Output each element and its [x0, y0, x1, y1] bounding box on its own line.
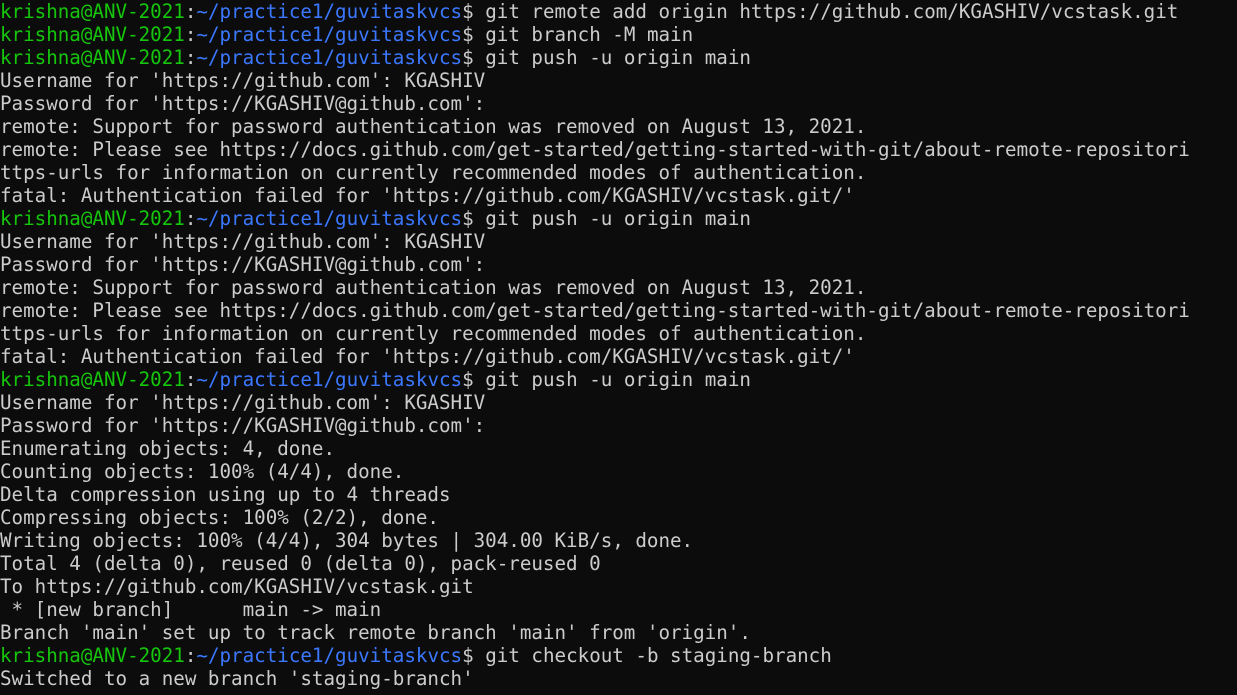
output-line: Username for 'https://github.com': KGASH… [0, 69, 486, 92]
prompt-user-host: krishna@ANV-2021 [0, 207, 185, 230]
command-text: git checkout -b staging-branch [473, 644, 832, 667]
prompt-symbol: $ [462, 207, 474, 230]
output-line: remote: Support for password authenticat… [0, 115, 867, 138]
output-line: Password for 'https://KGASHIV@github.com… [0, 92, 486, 115]
output-line: Username for 'https://github.com': KGASH… [0, 230, 486, 253]
prompt-path: ~/practice1/guvitaskvcs [196, 23, 463, 46]
prompt-user-host: krishna@ANV-2021 [0, 0, 185, 23]
output-line: remote: Support for password authenticat… [0, 276, 867, 299]
prompt-separator: : [184, 207, 197, 230]
prompt-symbol: $ [462, 0, 474, 23]
output-line: fatal: Authentication failed for 'https:… [0, 345, 855, 368]
prompt-symbol: $ [462, 644, 474, 667]
prompt-user-host: krishna@ANV-2021 [0, 23, 185, 46]
output-line: fatal: Authentication failed for 'https:… [0, 184, 855, 207]
output-line: To https://github.com/KGASHIV/vcstask.gi… [0, 575, 474, 598]
output-line: Username for 'https://github.com': KGASH… [0, 391, 486, 414]
output-line: Password for 'https://KGASHIV@github.com… [0, 253, 486, 276]
output-line: Writing objects: 100% (4/4), 304 bytes |… [0, 529, 694, 552]
prompt-line: krishna@ANV-2021:~/practice1/guvitaskvcs… [0, 0, 1237, 23]
prompt-line: krishna@ANV-2021:~/practice1/guvitaskvcs… [0, 23, 1237, 46]
prompt-user-host: krishna@ANV-2021 [0, 368, 185, 391]
command-text: git branch -M main [473, 23, 694, 46]
prompt-path: ~/practice1/guvitaskvcs [196, 368, 463, 391]
prompt-symbol: $ [462, 368, 474, 391]
prompt-path: ~/practice1/guvitaskvcs [196, 644, 463, 667]
output-line: * [new branch] main -> main [0, 598, 382, 621]
prompt-path: ~/practice1/guvitaskvcs [196, 207, 463, 230]
output-line: Total 4 (delta 0), reused 0 (delta 0), p… [0, 552, 601, 575]
output-line: Switched to a new branch 'staging-branch… [0, 667, 474, 690]
prompt-path: ~/practice1/guvitaskvcs [196, 0, 463, 23]
terminal-window[interactable]: krishna@ANV-2021:~/practice1/guvitaskvcs… [0, 0, 1237, 695]
prompt-symbol: $ [462, 23, 474, 46]
command-text: git remote add origin https://github.com… [473, 0, 1179, 23]
output-line: Compressing objects: 100% (2/2), done. [0, 506, 439, 529]
output-line: ttps-urls for information on currently r… [0, 161, 867, 184]
prompt-separator: : [184, 644, 197, 667]
prompt-line: krishna@ANV-2021:~/practice1/guvitaskvcs… [0, 46, 1237, 69]
prompt-user-host: krishna@ANV-2021 [0, 644, 185, 667]
output-line: Enumerating objects: 4, done. [0, 437, 336, 460]
command-text: git push -u origin main [473, 46, 751, 69]
prompt-symbol: $ [462, 46, 474, 69]
output-line: Password for 'https://KGASHIV@github.com… [0, 414, 486, 437]
prompt-separator: : [184, 0, 197, 23]
prompt-separator: : [184, 46, 197, 69]
prompt-path: ~/practice1/guvitaskvcs [196, 46, 463, 69]
output-line: Delta compression using up to 4 threads [0, 483, 451, 506]
output-line: Branch 'main' set up to track remote bra… [0, 621, 751, 644]
output-line: remote: Please see https://docs.github.c… [0, 138, 1190, 161]
prompt-line: krishna@ANV-2021:~/practice1/guvitaskvcs… [0, 368, 1237, 391]
output-line: remote: Please see https://docs.github.c… [0, 299, 1190, 322]
prompt-user-host: krishna@ANV-2021 [0, 46, 185, 69]
prompt-separator: : [184, 23, 197, 46]
prompt-separator: : [184, 368, 197, 391]
output-line: Counting objects: 100% (4/4), done. [0, 460, 405, 483]
command-text: git push -u origin main [473, 207, 751, 230]
command-text: git push -u origin main [473, 368, 751, 391]
prompt-line: krishna@ANV-2021:~/practice1/guvitaskvcs… [0, 207, 1237, 230]
prompt-line: krishna@ANV-2021:~/practice1/guvitaskvcs… [0, 644, 1237, 667]
output-line: ttps-urls for information on currently r… [0, 322, 867, 345]
